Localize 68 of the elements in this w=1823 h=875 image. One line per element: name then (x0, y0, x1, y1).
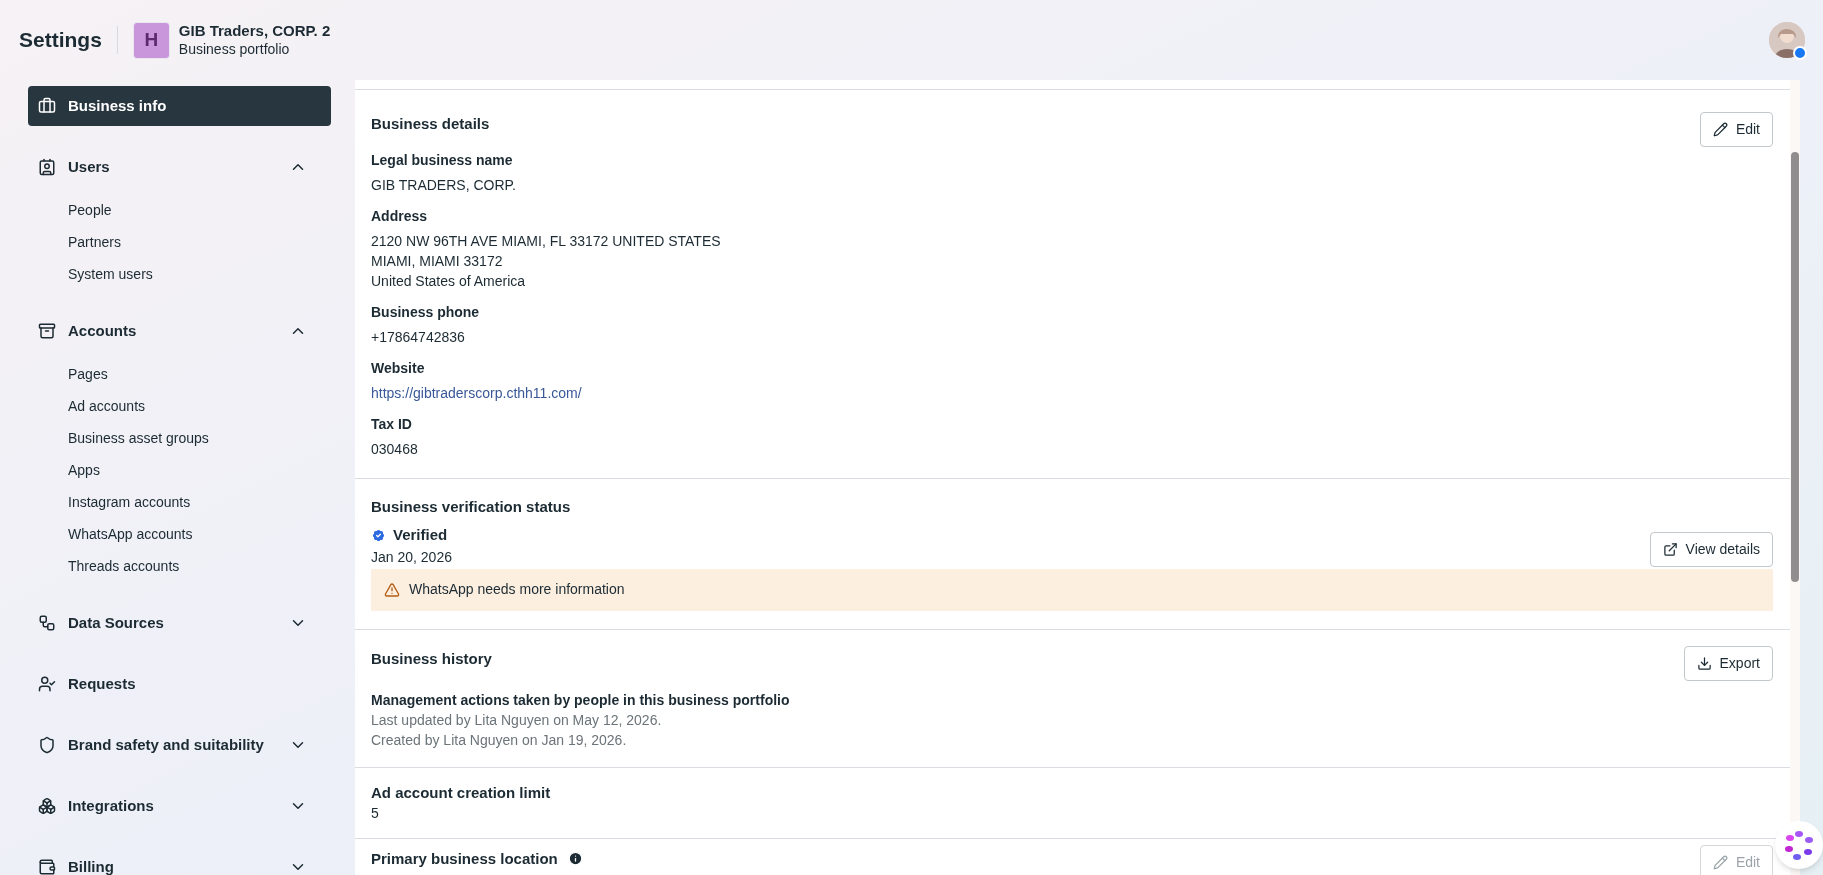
history-subtitle: Management actions taken by people in this business portfolio (371, 690, 791, 710)
field-value: MIAMI, MIAMI 33172 (371, 252, 504, 271)
sidebar-subitem[interactable]: Instagram accounts (28, 486, 331, 518)
sidebar-subitem[interactable]: Ad accounts (28, 390, 331, 422)
section-title: Business verification status (371, 497, 572, 517)
history-note: Created by Lita Nguyen on Jan 19, 2026. (371, 730, 628, 750)
field-label: Tax ID (371, 415, 413, 434)
website-link[interactable]: https://gibtraderscorp.cthh11.com/ (371, 383, 582, 403)
flower-icon (1783, 829, 1815, 861)
briefcase-icon (38, 97, 56, 115)
wallet-icon (38, 858, 56, 875)
section-title: Ad account creation limit (371, 782, 552, 803)
section-title: Primary business location (371, 848, 558, 869)
sidebar-item[interactable]: Users (28, 147, 331, 187)
warning-text: WhatsApp needs more information (409, 580, 625, 599)
field-value: +17864742836 (371, 328, 466, 347)
avatar[interactable] (1769, 22, 1805, 58)
sidebar-item[interactable]: Requests (28, 664, 331, 704)
section-button[interactable]: Edit (1699, 112, 1773, 147)
sidebar-subitem[interactable]: People (28, 194, 331, 226)
sidebar-subitem[interactable]: Apps (28, 454, 331, 486)
portfolio-type: Business portfolio (178, 40, 291, 59)
page-title: Settings (19, 27, 102, 54)
field-value: United States of America (371, 272, 527, 291)
section-title: Business details (371, 115, 490, 132)
field-label: Website (371, 359, 426, 378)
pencil-icon (1712, 122, 1728, 137)
pencil-icon (1712, 854, 1728, 870)
section-button[interactable]: View details (1649, 531, 1773, 567)
warning-icon (384, 581, 400, 598)
archive-icon (38, 322, 56, 340)
download-icon (1696, 655, 1712, 671)
shield-icon (38, 736, 56, 754)
sidebar-subitem[interactable]: Partners (28, 226, 331, 258)
sidebar-item[interactable]: Business info (28, 86, 331, 126)
sidebar-item[interactable]: Brand safety and suitability (28, 725, 331, 765)
assistant-button[interactable] (1775, 821, 1823, 869)
sidebar-subitem[interactable]: Business asset groups (28, 422, 331, 454)
field-label: Legal business name (371, 151, 514, 170)
user-check-icon (38, 675, 56, 693)
sidebar-subitem[interactable]: Pages (28, 358, 331, 390)
field-value: GIB TRADERS, CORP. (371, 176, 517, 195)
sidebar-item[interactable]: Accounts (28, 311, 331, 351)
field-label: Address (371, 207, 429, 226)
portfolio-avatar: H (132, 21, 170, 59)
sidebar-item[interactable]: Billing (28, 847, 331, 875)
field-label: Business phone (371, 303, 481, 322)
sidebar-item[interactable]: Data Sources (28, 603, 331, 643)
field-value: 030468 (371, 440, 419, 459)
limit-value: 5 (371, 803, 380, 823)
external-link-icon (1662, 541, 1678, 557)
verification-status: Verified (393, 525, 448, 545)
info-icon (567, 851, 583, 866)
contact-card-icon (38, 158, 56, 176)
sidebar-subitem[interactable]: WhatsApp accounts (28, 518, 331, 550)
portfolio-name: GIB Traders, CORP. 2 (178, 21, 331, 40)
sidebar-item[interactable]: Integrations (28, 786, 331, 826)
history-note: Last updated by Lita Nguyen on May 12, 2026. (371, 710, 663, 730)
sidebar-subitem[interactable]: System users (28, 258, 331, 290)
section-title: Business history (371, 649, 492, 667)
scrollbar[interactable] (1790, 80, 1800, 875)
boxes-icon (38, 797, 56, 815)
verification-date: Jan 20, 2026 (371, 547, 452, 567)
network-icon (38, 614, 56, 632)
field-value: 2120 NW 96TH AVE MIAMI, FL 33172 UNITED STATES (371, 232, 722, 251)
facebook-badge-icon (1793, 46, 1807, 60)
sidebar-subitem[interactable]: Threads accounts (28, 550, 331, 582)
section-button[interactable]: Export (1683, 645, 1773, 681)
